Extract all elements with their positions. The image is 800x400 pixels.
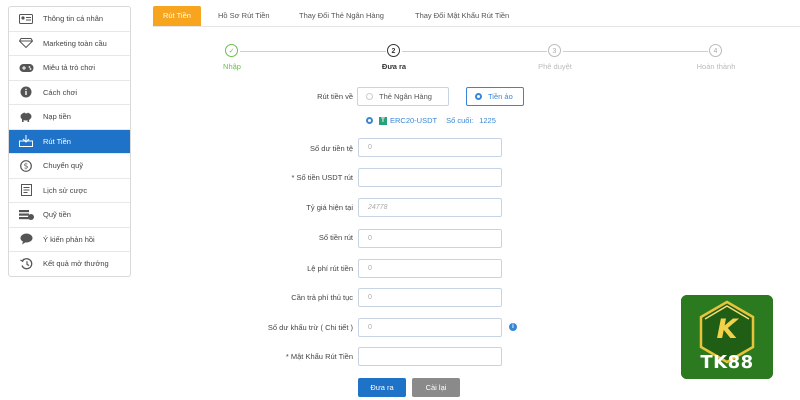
radio-checked-icon xyxy=(366,117,373,124)
sidebar-item-transfer[interactable]: $ Chuyển quỹ xyxy=(9,154,130,179)
radio-crypto-label: Tiền ảo xyxy=(488,92,513,101)
network-name: ERC20-USDT xyxy=(390,116,438,125)
network-selection[interactable]: T ERC20-USDT Số cuối: 1225 xyxy=(366,116,496,125)
radio-bank-card[interactable]: Thẻ Ngân Hàng xyxy=(357,87,449,106)
logo-text: TK88 xyxy=(700,352,754,373)
current-balance-field[interactable]: 0 xyxy=(358,138,502,157)
sidebar-item-label: Chuyển quỹ xyxy=(43,161,84,171)
withdraw-amount-field[interactable]: 0 xyxy=(358,229,502,248)
withdraw-password-label: * Mật Khẩu Rút Tiền xyxy=(285,352,353,361)
sidebar-item-profile[interactable]: Thông tin cá nhân xyxy=(9,7,130,32)
sidebar-item-label: Marketing toàn cầu xyxy=(43,38,107,48)
radio-checked-icon xyxy=(475,93,482,100)
current-balance-label: Số dư tiền tệ xyxy=(310,144,353,153)
sidebar-item-label: Thông tin cá nhân xyxy=(43,14,104,24)
sidebar-item-label: Nạp tiền xyxy=(43,112,71,122)
sidebar-item-label: Quỹ tiền xyxy=(43,210,71,220)
step-4-label: Hoàn thành xyxy=(696,62,736,71)
diamond-icon xyxy=(18,36,34,50)
exchange-rate-label: Tỷ giá hiện tại xyxy=(306,203,353,212)
withdraw-icon xyxy=(18,134,34,148)
dollar-coin-icon: $ xyxy=(18,159,34,173)
step-4-circle: 4 xyxy=(709,44,722,57)
step-3-circle: 3 xyxy=(548,44,561,57)
sidebar-item-label: Miêu tả trò chơi xyxy=(43,63,96,73)
sidebar-item-bet-history[interactable]: Lịch sử cược xyxy=(9,179,130,203)
tk88-logo: K TK88 xyxy=(681,295,773,379)
money-stack-icon xyxy=(18,208,34,222)
sidebar-item-results[interactable]: Kết quả mở thưởng xyxy=(9,252,130,276)
radio-crypto[interactable]: Tiền ảo xyxy=(466,87,524,106)
sidebar-item-marketing[interactable]: Marketing toàn cầu xyxy=(9,32,130,56)
sidebar-menu: Thông tin cá nhân Marketing toàn cầu Miê… xyxy=(8,6,131,277)
history-clock-icon xyxy=(18,257,34,271)
radio-circle-icon xyxy=(366,93,373,100)
tether-icon: T xyxy=(379,116,387,125)
tab-withdraw[interactable]: Rút Tiền xyxy=(153,6,201,26)
withdraw-to-label: Rút tiền về xyxy=(317,92,353,101)
reset-button[interactable]: Cài lại xyxy=(412,378,460,397)
sidebar-item-label: Rút Tiền xyxy=(43,136,71,146)
tab-change-bank-card[interactable]: Thay Đổi Thẻ Ngân Hàng xyxy=(299,6,384,26)
sidebar-item-withdraw[interactable]: Rút Tiền xyxy=(9,129,130,154)
step-1-label: Nhập xyxy=(223,62,241,71)
deduction-balance-label: Số dư khấu trừ ( Chi tiết ) xyxy=(267,323,353,332)
sidebar-item-label: Lịch sử cược xyxy=(43,185,88,195)
withdraw-password-input[interactable] xyxy=(358,347,502,366)
fee-payable-label: Cần trả phí thủ tục xyxy=(291,293,353,302)
gamepad-icon xyxy=(18,61,34,75)
tab-bar: Rút Tiền Hồ Sơ Rút Tiền Thay Đổi Thẻ Ngâ… xyxy=(153,6,800,27)
sidebar-item-funds[interactable]: Quỹ tiền xyxy=(9,203,130,228)
deduction-balance-field[interactable]: 0 xyxy=(358,318,502,337)
sidebar-item-how-to-play[interactable]: Cách chơi xyxy=(9,81,130,105)
usdt-amount-input[interactable] xyxy=(358,168,502,187)
step-1-check-icon: ✓ xyxy=(225,44,238,57)
network-count-value: 1225 xyxy=(479,116,496,125)
withdraw-fee-label: Lệ phí rút tiền xyxy=(307,264,353,273)
network-count-label: Số cuối: xyxy=(446,116,474,125)
fee-payable-field[interactable]: 0 xyxy=(358,288,502,307)
sidebar-item-game-description[interactable]: Miêu tả trò chơi xyxy=(9,56,130,81)
step-2-circle: 2 xyxy=(387,44,400,57)
document-list-icon xyxy=(18,183,34,197)
step-connector xyxy=(402,51,547,52)
sidebar-item-label: Cách chơi xyxy=(43,87,78,97)
step-connector xyxy=(240,51,386,52)
sidebar-item-feedback[interactable]: Ý kiến phản hồi xyxy=(9,228,130,252)
submit-button[interactable]: Đưa ra xyxy=(358,378,406,397)
info-icon[interactable]: i xyxy=(509,323,517,331)
step-connector xyxy=(563,51,708,52)
svg-text:$: $ xyxy=(24,161,29,170)
logo-letter: K xyxy=(716,314,738,345)
radio-bank-card-label: Thẻ Ngân Hàng xyxy=(379,92,432,101)
piggy-bank-icon xyxy=(18,110,34,124)
exchange-rate-field[interactable]: 24778 xyxy=(358,198,502,217)
progress-steps: ✓ Nhập 2 Đưa ra 3 Phê duyệt 4 Hoàn thành xyxy=(200,43,760,73)
step-3-label: Phê duyệt xyxy=(538,62,572,71)
sidebar-item-label: Kết quả mở thưởng xyxy=(43,259,109,269)
sidebar-item-label: Ý kiến phản hồi xyxy=(43,234,95,244)
step-2-label: Đưa ra xyxy=(381,62,407,71)
user-card-icon xyxy=(18,12,34,26)
usdt-amount-label: * Số tiền USDT rút xyxy=(291,173,353,182)
withdraw-amount-label: Số tiền rút xyxy=(318,233,353,242)
sidebar-item-deposit[interactable]: Nạp tiền xyxy=(9,105,130,130)
chat-bubble-icon xyxy=(18,232,34,246)
tab-change-withdraw-password[interactable]: Thay Đổi Mật Khẩu Rút Tiền xyxy=(415,6,509,26)
withdraw-fee-field[interactable]: 0 xyxy=(358,259,502,278)
info-icon xyxy=(18,85,34,99)
tab-withdraw-records[interactable]: Hồ Sơ Rút Tiền xyxy=(218,6,270,26)
